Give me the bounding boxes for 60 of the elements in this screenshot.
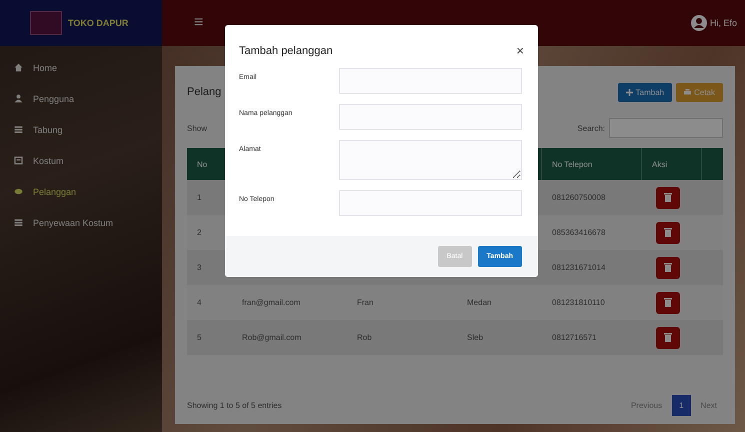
menu-button[interactable]: ≡ bbox=[194, 14, 204, 32]
table-cell-text: fran@gmail.com bbox=[241, 298, 302, 307]
table-cell-text: Rob bbox=[356, 333, 373, 342]
entries-info: Showing 1 to 5 of 5 entries bbox=[187, 401, 282, 410]
pagination-link[interactable]: Previous bbox=[624, 396, 668, 415]
table-cell-text: 3 bbox=[196, 263, 202, 272]
list-icon bbox=[14, 125, 23, 134]
dialog-title: Tambah pelanggan bbox=[239, 44, 333, 56]
trash-icon bbox=[664, 333, 672, 342]
trash-icon bbox=[664, 228, 672, 237]
table-cell-text: 081231810110 bbox=[551, 298, 606, 307]
sidebar-item[interactable]: Kostum bbox=[0, 145, 162, 176]
search-field[interactable] bbox=[609, 118, 723, 138]
table-cell-text: Rob@gmail.com bbox=[241, 333, 302, 342]
show-label: Show bbox=[187, 124, 208, 132]
table-cell-text: 5 bbox=[196, 333, 202, 342]
search-label: Search: bbox=[577, 124, 605, 132]
sidebar-item[interactable]: Pelanggan bbox=[0, 176, 162, 207]
table-cell-text: Medan bbox=[466, 298, 492, 307]
sidebar-item[interactable]: Tabung bbox=[0, 114, 162, 145]
input-field[interactable] bbox=[339, 190, 522, 216]
table-cell-text: 081260750008 bbox=[551, 193, 606, 202]
table-cell-text: 1 bbox=[196, 193, 202, 202]
trash-icon bbox=[664, 298, 672, 307]
table-cell-text: 081231671014 bbox=[551, 263, 606, 272]
delete-button[interactable] bbox=[656, 256, 680, 278]
address-field[interactable] bbox=[339, 140, 522, 180]
sidebar-item[interactable]: Penyewaan Kostum bbox=[0, 207, 162, 238]
list-icon bbox=[14, 218, 23, 227]
logo-icon bbox=[30, 11, 62, 35]
input-field[interactable] bbox=[339, 68, 522, 94]
avatar-icon bbox=[690, 15, 707, 31]
input-field[interactable] bbox=[339, 104, 522, 130]
trash-icon bbox=[664, 193, 672, 202]
card-title: Pelang bbox=[187, 86, 222, 98]
home-icon bbox=[14, 63, 23, 72]
table-cell-text: Sleb bbox=[466, 333, 484, 342]
delete-button[interactable] bbox=[656, 292, 680, 314]
table-cell-text: 4 bbox=[196, 298, 202, 307]
delete-button[interactable] bbox=[656, 222, 680, 244]
user-greeting[interactable]: Hi, Efo bbox=[710, 18, 737, 28]
page-button[interactable]: 1 bbox=[672, 395, 691, 416]
sidebar-item[interactable]: Home bbox=[0, 52, 162, 83]
table-cell-text: 085363416678 bbox=[551, 228, 606, 237]
delete-button[interactable] bbox=[656, 186, 680, 208]
plus-icon bbox=[626, 88, 633, 96]
table-cell-text: 2 bbox=[196, 228, 202, 237]
brand-name: TOKO DAPUR bbox=[68, 18, 128, 28]
sidebar-item[interactable]: Pengguna bbox=[0, 83, 162, 114]
table-cell-text: 0812716571 bbox=[551, 333, 598, 342]
user-icon bbox=[14, 94, 23, 103]
printer-icon bbox=[684, 88, 692, 96]
pagination-link[interactable]: Next bbox=[694, 396, 723, 415]
delete-button[interactable] bbox=[656, 326, 680, 348]
add-button[interactable]: Tambah bbox=[618, 82, 672, 102]
circle-icon bbox=[14, 187, 23, 196]
trash-icon bbox=[664, 263, 672, 272]
box-icon bbox=[14, 156, 23, 165]
close-button[interactable]: × bbox=[516, 43, 524, 58]
table-cell-text: Fran bbox=[356, 298, 374, 307]
